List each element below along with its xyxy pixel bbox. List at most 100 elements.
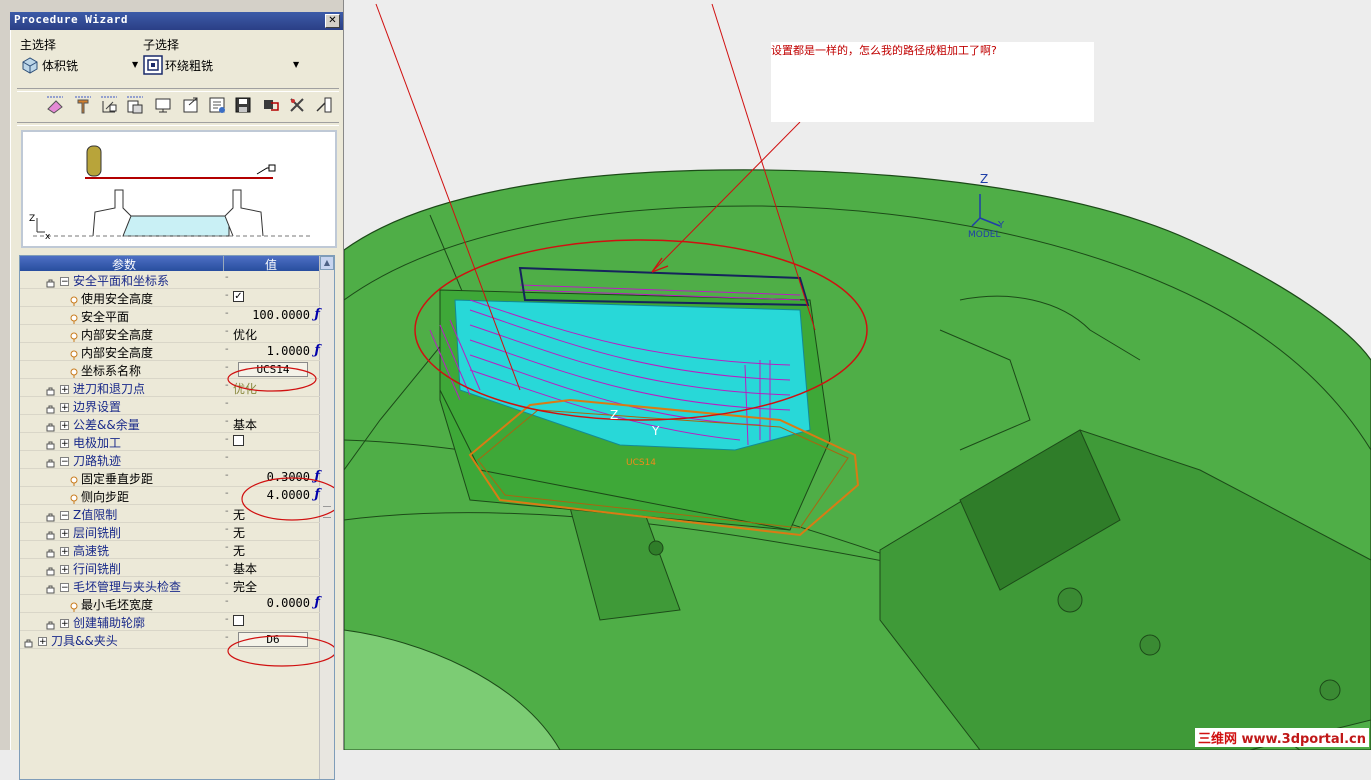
param-group-row[interactable]: − 安全平面和坐标系 - [20,271,320,289]
toolbar-params-button[interactable] [125,95,145,117]
toolbar-list-button[interactable] [207,95,227,117]
toolbar-export-button[interactable] [181,95,201,117]
expand-icon[interactable]: + [60,403,69,413]
ucs-select-button[interactable]: UCS14 [238,362,308,377]
scroll-up-button[interactable]: ▲ [320,256,334,270]
divider [17,122,339,126]
param-value[interactable]: 无 [233,506,245,523]
toolbar-save-button[interactable] [233,95,253,117]
param-group-row[interactable]: − Z值限制 - 无 [20,505,320,523]
param-value[interactable]: 完全 [233,578,257,595]
param-group-row[interactable]: + 刀具&&夹头 - D6 [20,631,320,649]
param-value[interactable]: 优化 [233,326,257,343]
formula-icon[interactable]: ƒ [314,487,320,502]
tool-select-button[interactable]: D6 [238,632,308,647]
lock-icon [46,421,56,431]
bulb-icon [70,331,78,342]
toolbar-run-button[interactable] [313,95,333,117]
param-value[interactable]: 0.3000 [267,470,310,484]
param-row[interactable]: 侧向步距 -4.0000 ƒ [20,487,320,505]
param-label: 行间铣削 [73,562,122,576]
procedure-wizard-panel: Procedure Wizard ✕ 主选择 子选择 体积铣 ▼ 环绕粗铣 ▼ [0,0,344,780]
bulb-icon [70,367,78,378]
monitor-icon [155,98,171,113]
checkbox[interactable] [233,615,244,626]
param-group-row[interactable]: − 毛坯管理与夹头检查 - 完全 [20,577,320,595]
param-value[interactable]: 基本 [233,560,257,577]
parameter-grid: 参数 值 ▲ − 安全平面和坐标系 - 使用安全高度 - ✓ 安全平面 -100.0000 ƒ 内… [19,255,335,780]
param-group-row[interactable]: + 公差&&余量 - 基本 [20,415,320,433]
expand-icon[interactable]: + [60,439,69,449]
param-group-row[interactable]: + 高速铣 - 无 [20,541,320,559]
divider [17,88,339,92]
expand-icon[interactable]: + [60,565,69,575]
param-value[interactable]: 1.0000 [267,344,310,358]
collapse-icon[interactable]: − [60,583,69,593]
param-group-row[interactable]: + 边界设置 - [20,397,320,415]
toolbar-monitor-button[interactable] [153,95,173,117]
param-group-row[interactable]: + 层间铣削 - 无 [20,523,320,541]
collapse-icon[interactable]: − [60,511,69,521]
close-button[interactable]: ✕ [325,14,340,28]
expand-icon[interactable]: + [60,547,69,557]
param-row[interactable]: 内部安全高度 - 优化 [20,325,320,343]
param-row[interactable]: 坐标系名称 - UCS14 [20,361,320,379]
param-group-row[interactable]: − 刀路轨迹 - [20,451,320,469]
expand-icon[interactable]: + [38,637,47,647]
toolbar-link-button[interactable] [99,95,119,117]
param-row[interactable]: 使用安全高度 - ✓ [20,289,320,307]
bulb-icon [70,601,78,612]
3d-viewport[interactable]: 设置都是一样的，怎么我的路径成粗加工了啊? Z Y MODEL Z Y UCS1… [343,0,1371,751]
grid-scrollbar[interactable]: ▲ [319,256,334,779]
param-label: 侧向步距 [81,490,130,504]
toolbar-shape-button[interactable] [45,95,65,117]
collapse-icon[interactable]: − [60,277,69,287]
toolbar-tool-button[interactable] [73,95,93,117]
param-row[interactable]: 固定垂直步距 -0.3000 ƒ [20,469,320,487]
chevron-down-icon: ▼ [132,60,139,69]
toolbar-load-button[interactable] [261,95,281,117]
watermark: 三维网 www.3dportal.cn [1194,728,1369,747]
param-value[interactable]: 优化 [233,380,257,397]
checkbox[interactable] [233,435,244,446]
bulb-icon [70,475,78,486]
sub-select-dropdown[interactable]: 环绕粗铣 ▼ [143,54,303,76]
link-icon [101,96,117,113]
formula-icon[interactable]: ƒ [314,595,320,610]
param-row[interactable]: 最小毛坯宽度 -0.0000 ƒ [20,595,320,613]
collapse-icon[interactable]: − [60,457,69,467]
expand-icon[interactable]: + [60,619,69,629]
param-label: 公差&&余量 [73,418,140,432]
param-value[interactable]: 0.0000 [267,596,310,610]
main-select-dropdown[interactable]: 体积铣 ▼ [20,54,140,76]
checkbox[interactable]: ✓ [233,291,244,302]
toolbar-tools-button[interactable] [287,95,307,117]
wizard-titlebar[interactable]: Procedure Wizard ✕ [10,12,343,30]
param-label: 内部安全高度 [81,346,154,360]
param-row[interactable]: 安全平面 -100.0000 ƒ [20,307,320,325]
annotation-note: 设置都是一样的，怎么我的路径成粗加工了啊? [771,42,1094,122]
preview-axis-z: Z [29,214,36,224]
wizard-body: 主选择 子选择 体积铣 ▼ 环绕粗铣 ▼ Z x 参数 值 ▲ − 安全平面和坐… [10,30,343,780]
param-label: 进刀和退刀点 [73,382,146,396]
param-row[interactable]: 内部安全高度 -1.0000 ƒ [20,343,320,361]
formula-icon[interactable]: ƒ [314,343,320,358]
param-value[interactable]: 无 [233,524,245,541]
expand-icon[interactable]: + [60,421,69,431]
main-select-value: 体积铣 [42,59,79,73]
param-group-row[interactable]: + 创建辅助轮廓 - [20,613,320,631]
param-group-row[interactable]: + 电极加工 - [20,433,320,451]
param-value[interactable]: 4.0000 [267,488,310,502]
param-label: 刀路轨迹 [73,454,122,468]
expand-icon[interactable]: + [60,385,69,395]
expand-icon[interactable]: + [60,529,69,539]
param-label: 电极加工 [73,436,122,450]
param-group-row[interactable]: + 进刀和退刀点 - 优化 [20,379,320,397]
param-value[interactable]: 基本 [233,416,257,433]
param-group-row[interactable]: + 行间铣削 - 基本 [20,559,320,577]
scroll-grip[interactable] [323,506,331,518]
formula-icon[interactable]: ƒ [314,469,320,484]
param-value[interactable]: 100.0000 [252,308,310,322]
formula-icon[interactable]: ƒ [314,307,320,322]
param-value[interactable]: 无 [233,542,245,559]
